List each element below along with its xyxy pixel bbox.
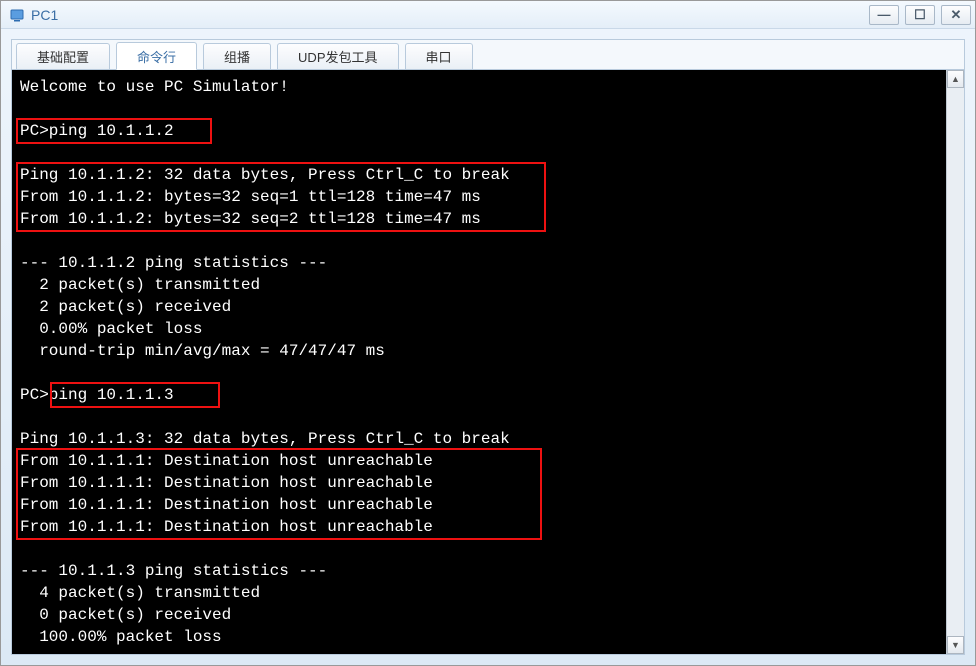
terminal-line: From 10.1.1.1: Destination host unreacha… [20, 516, 938, 538]
tab-udp-tool[interactable]: UDP发包工具 [277, 43, 398, 69]
terminal-line: From 10.1.1.1: Destination host unreacha… [20, 472, 938, 494]
terminal-line: --- 10.1.1.2 ping statistics --- [20, 252, 938, 274]
terminal-line: From 10.1.1.2: bytes=32 seq=1 ttl=128 ti… [20, 186, 938, 208]
terminal-line [20, 142, 938, 164]
content-area: 基础配置 命令行 组播 UDP发包工具 串口 Welcome to use PC… [11, 39, 965, 655]
terminal-line: 2 packet(s) transmitted [20, 274, 938, 296]
terminal[interactable]: Welcome to use PC Simulator! PC>ping 10.… [12, 70, 946, 654]
close-button[interactable]: ✕ [941, 5, 971, 25]
terminal-line [20, 538, 938, 560]
window-controls: — ☐ ✕ [869, 5, 971, 25]
terminal-line [20, 362, 938, 384]
maximize-button[interactable]: ☐ [905, 5, 935, 25]
tab-bar: 基础配置 命令行 组播 UDP发包工具 串口 [12, 40, 964, 70]
window-title: PC1 [31, 7, 869, 23]
terminal-line: 0.00% packet loss [20, 318, 938, 340]
terminal-wrapper: Welcome to use PC Simulator! PC>ping 10.… [12, 70, 964, 654]
terminal-line: round-trip min/avg/max = 47/47/47 ms [20, 340, 938, 362]
tab-basic-config[interactable]: 基础配置 [16, 43, 110, 69]
minimize-button[interactable]: — [869, 5, 899, 25]
terminal-line [20, 98, 938, 120]
terminal-line [20, 230, 938, 252]
scrollbar[interactable]: ▲ ▼ [946, 70, 964, 654]
terminal-line: PC>ping 10.1.1.2 [20, 120, 938, 142]
tab-multicast[interactable]: 组播 [203, 43, 271, 69]
terminal-line: 2 packet(s) received [20, 296, 938, 318]
scroll-down-button[interactable]: ▼ [947, 636, 964, 654]
terminal-line: Ping 10.1.1.2: 32 data bytes, Press Ctrl… [20, 164, 938, 186]
app-window: PC1 — ☐ ✕ 基础配置 命令行 组播 UDP发包工具 串口 Welcome… [0, 0, 976, 666]
tab-serial[interactable]: 串口 [405, 43, 473, 69]
terminal-line: 4 packet(s) transmitted [20, 582, 938, 604]
terminal-line: Ping 10.1.1.3: 32 data bytes, Press Ctrl… [20, 428, 938, 450]
terminal-line: --- 10.1.1.3 ping statistics --- [20, 560, 938, 582]
terminal-line: 100.00% packet loss [20, 626, 938, 648]
terminal-line [20, 406, 938, 428]
terminal-line: From 10.1.1.1: Destination host unreacha… [20, 494, 938, 516]
terminal-line: 0 packet(s) received [20, 604, 938, 626]
app-icon [9, 7, 25, 23]
terminal-line: Welcome to use PC Simulator! [20, 76, 938, 98]
terminal-line: From 10.1.1.1: Destination host unreacha… [20, 450, 938, 472]
scroll-up-button[interactable]: ▲ [947, 70, 964, 88]
titlebar[interactable]: PC1 — ☐ ✕ [1, 1, 975, 29]
tab-command-line[interactable]: 命令行 [116, 42, 197, 70]
terminal-line: PC>ping 10.1.1.3 [20, 384, 938, 406]
terminal-line: From 10.1.1.2: bytes=32 seq=2 ttl=128 ti… [20, 208, 938, 230]
scroll-track[interactable] [947, 88, 964, 636]
